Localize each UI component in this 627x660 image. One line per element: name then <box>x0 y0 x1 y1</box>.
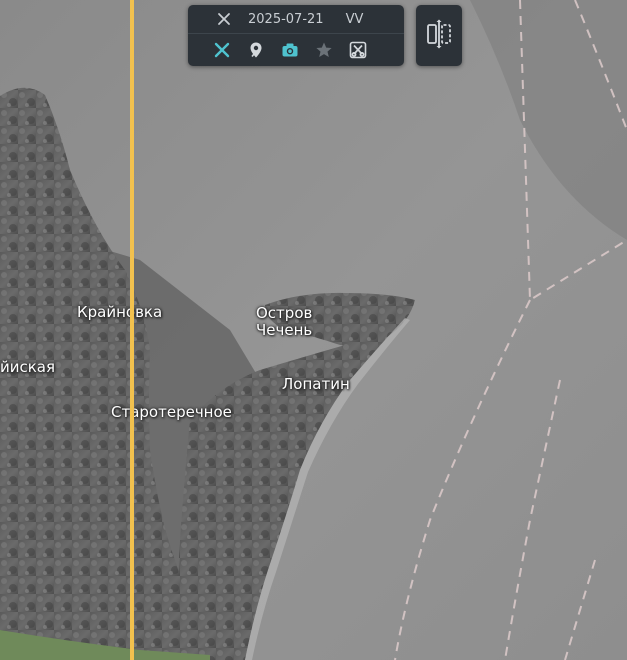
map-imagery <box>0 0 627 660</box>
toolbar-actions <box>188 34 404 66</box>
polarization-band[interactable]: VV <box>346 12 364 27</box>
place-label-ostrov-chechen: Остров Чечень <box>256 304 313 339</box>
place-label-krainovka: Крайновка <box>77 303 163 321</box>
compare-split-button[interactable] <box>416 5 462 66</box>
image-date[interactable]: 2025-07-21 <box>248 12 324 27</box>
imagery-toolbar: 2025-07-21 VV <box>188 5 404 66</box>
compare-divider-handle[interactable] <box>130 0 134 660</box>
place-label-iyskaya: йиская <box>0 358 56 376</box>
star-icon[interactable] <box>314 40 334 60</box>
scissors-crop-icon[interactable] <box>348 40 368 60</box>
satellite-icon[interactable] <box>214 9 234 29</box>
satellite-map[interactable]: Крайновка йиская Остров Чечень Лопатин С… <box>0 0 627 660</box>
place-label-lopatin: Лопатин <box>282 375 350 393</box>
camera-icon[interactable] <box>280 40 300 60</box>
toolbar-header: 2025-07-21 VV <box>188 5 404 34</box>
compare-split-icon <box>426 19 452 53</box>
satellite-icon[interactable] <box>212 40 232 60</box>
map-pin-icon[interactable] <box>246 40 266 60</box>
